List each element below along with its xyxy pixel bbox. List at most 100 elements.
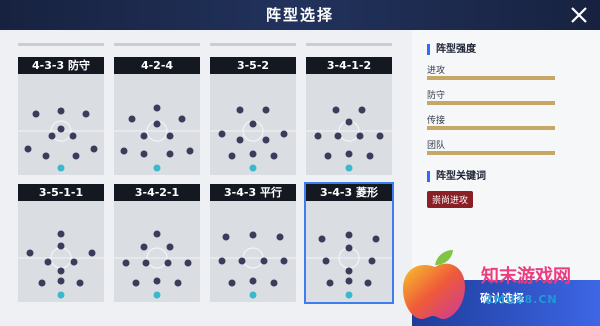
- goalkeeper-dot: [249, 291, 257, 299]
- formation-card-4-2-4[interactable]: 4-2-4: [114, 57, 200, 175]
- player-dot: [166, 150, 174, 158]
- player-dot: [236, 106, 244, 114]
- player-dot: [132, 279, 140, 287]
- goalkeeper-dot: [153, 164, 161, 172]
- player-dot: [249, 231, 257, 239]
- player-dot: [57, 242, 65, 250]
- player-dot: [122, 259, 130, 267]
- player-dot: [236, 136, 244, 144]
- player-dot: [76, 279, 84, 287]
- player-dot: [249, 120, 257, 128]
- apple-logo-icon: [403, 250, 465, 319]
- goalkeeper-dot: [249, 164, 257, 172]
- pitch: [18, 201, 104, 302]
- player-dot: [120, 147, 128, 155]
- title-bar: 阵型选择: [0, 0, 600, 30]
- player-dot: [280, 130, 288, 138]
- formation-card-4-3-3-defense[interactable]: 4-3-3 防守: [18, 57, 104, 175]
- goalkeeper-dot: [345, 291, 353, 299]
- watermark-text: 知末游戏网: [481, 266, 571, 287]
- player-dot: [57, 125, 65, 133]
- player-dot: [57, 107, 65, 115]
- player-dot: [38, 279, 46, 287]
- player-dot: [57, 230, 65, 238]
- formation-card-3-4-2-1[interactable]: 3-4-2-1: [114, 184, 200, 302]
- player-dot: [32, 110, 40, 118]
- player-dot: [249, 150, 257, 158]
- stat-bar-attack: [427, 76, 555, 80]
- player-dot: [345, 277, 353, 285]
- player-dot: [142, 259, 150, 267]
- formation-name: 3-4-3 菱形: [306, 184, 392, 201]
- player-dot: [260, 257, 268, 265]
- player-dot: [364, 279, 372, 287]
- player-dot: [72, 152, 80, 160]
- player-dot: [48, 132, 56, 140]
- player-dot: [228, 152, 236, 160]
- formation-name: 3-4-1-2: [306, 57, 392, 74]
- formation-name: 4-2-4: [114, 57, 200, 74]
- goalkeeper-dot: [57, 291, 65, 299]
- player-dot: [88, 249, 96, 257]
- player-dot: [166, 132, 174, 140]
- player-dot: [372, 235, 380, 243]
- player-dot: [238, 257, 246, 265]
- player-dot: [57, 277, 65, 285]
- player-dot: [334, 132, 342, 140]
- player-dot: [153, 230, 161, 238]
- player-dot: [218, 130, 226, 138]
- pitch: [210, 201, 296, 302]
- pitch: [306, 201, 392, 302]
- player-dot: [376, 132, 384, 140]
- player-dot: [322, 257, 330, 265]
- formation-name: 3-5-1-1: [18, 184, 104, 201]
- player-dot: [314, 132, 322, 140]
- tab-indicator: [306, 43, 392, 46]
- player-dot: [164, 259, 172, 267]
- player-dot: [356, 132, 364, 140]
- player-dot: [184, 259, 192, 267]
- stat-label-passing: 传接: [427, 116, 446, 126]
- formation-name: 4-3-3 防守: [18, 57, 104, 74]
- stat-bar-team: [427, 151, 555, 155]
- close-icon[interactable]: [566, 2, 592, 28]
- pitch: [210, 74, 296, 175]
- pitch: [114, 74, 200, 175]
- player-dot: [140, 243, 148, 251]
- formation-card-3-5-1-1[interactable]: 3-5-1-1: [18, 184, 104, 302]
- player-dot: [186, 147, 194, 155]
- watermark-domain: ZMU28.CN: [485, 293, 558, 306]
- formation-card-3-4-1-2[interactable]: 3-4-1-2: [306, 57, 392, 175]
- player-dot: [366, 152, 374, 160]
- goalkeeper-dot: [153, 291, 161, 299]
- player-dot: [249, 277, 257, 285]
- player-dot: [174, 279, 182, 287]
- player-dot: [358, 106, 366, 114]
- goalkeeper-dot: [57, 164, 65, 172]
- player-dot: [326, 279, 334, 287]
- stat-label-defense: 防守: [427, 91, 446, 101]
- player-dot: [140, 132, 148, 140]
- player-dot: [153, 104, 161, 112]
- player-dot: [228, 279, 236, 287]
- player-dot: [345, 267, 353, 275]
- player-dot: [57, 267, 65, 275]
- player-dot: [270, 152, 278, 160]
- formation-name: 3-4-3 平行: [210, 184, 296, 201]
- formation-card-3-4-3-diamond[interactable]: 3-4-3 菱形: [304, 182, 394, 304]
- player-dot: [44, 258, 52, 266]
- player-dot: [218, 257, 226, 265]
- player-dot: [368, 257, 376, 265]
- player-dot: [153, 120, 161, 128]
- player-dot: [90, 145, 98, 153]
- formation-card-3-5-2[interactable]: 3-5-2: [210, 57, 296, 175]
- player-dot: [178, 115, 186, 123]
- player-dot: [42, 152, 50, 160]
- player-dot: [262, 106, 270, 114]
- player-dot: [324, 152, 332, 160]
- formation-name: 3-5-2: [210, 57, 296, 74]
- player-dot: [332, 106, 340, 114]
- formation-card-3-4-3-flat[interactable]: 3-4-3 平行: [210, 184, 296, 302]
- stat-bar-passing: [427, 126, 555, 130]
- keyword-title: 阵型关键词: [427, 171, 486, 182]
